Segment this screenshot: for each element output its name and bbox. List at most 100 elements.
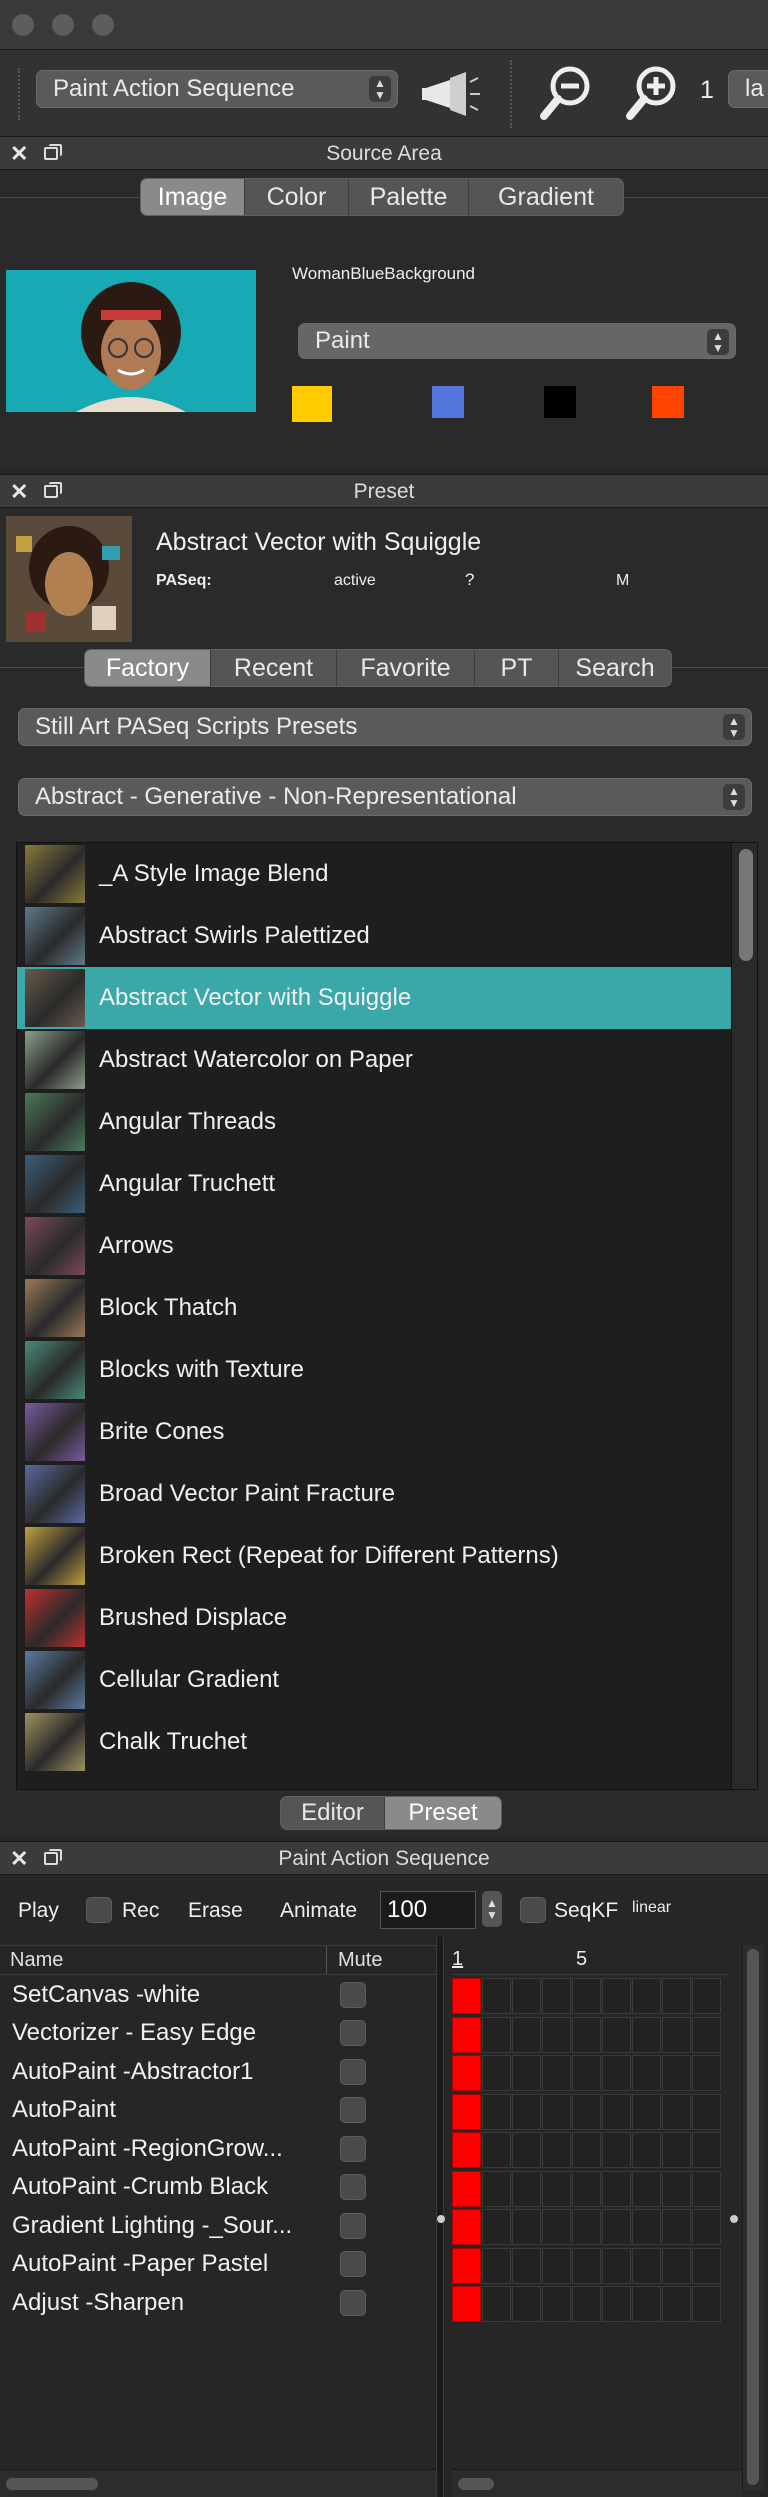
keyframe-cell[interactable] [662, 2209, 691, 2245]
keyframe-cell[interactable] [662, 2286, 691, 2322]
close-window-button[interactable] [12, 14, 34, 36]
keyframe-cell[interactable] [632, 2170, 661, 2207]
keyframe-cell[interactable] [602, 2093, 631, 2130]
keyframe-cell[interactable] [512, 2209, 541, 2245]
seqkf-checkbox[interactable] [520, 1897, 546, 1923]
keyframe-cell[interactable] [482, 2170, 511, 2207]
mute-checkbox[interactable] [340, 2290, 366, 2316]
name-column-header[interactable]: Name [10, 1949, 63, 1972]
splitter-handle-icon[interactable] [437, 2215, 445, 2223]
keyframe-cell[interactable] [602, 2055, 631, 2091]
keyframe-cell[interactable] [542, 2170, 571, 2207]
keyframe-cell[interactable] [482, 2286, 511, 2322]
action-item[interactable]: Vectorizer - Easy Edge [12, 2019, 256, 2047]
megaphone-icon[interactable] [420, 70, 482, 118]
tab-preset[interactable]: Preset [385, 1797, 501, 1829]
keyframe-cell[interactable] [662, 2093, 691, 2130]
list-scroll-track[interactable] [731, 843, 757, 1789]
keyframe-cell[interactable] [512, 2132, 541, 2168]
keyframe-cell[interactable] [572, 2286, 601, 2322]
splitter-handle-icon[interactable] [730, 2215, 738, 2223]
sequence-select[interactable]: Paint Action Sequence ▲ ▼ [36, 70, 398, 108]
tab-favorite[interactable]: Favorite [337, 650, 475, 686]
tab-color[interactable]: Color [245, 179, 349, 215]
timeline-hscroll-track[interactable] [452, 2469, 742, 2497]
keyframe-cell[interactable] [632, 2055, 661, 2091]
color-swatch[interactable] [432, 386, 464, 418]
keyframe-cell[interactable] [542, 1978, 571, 2014]
keyframe-cell[interactable] [632, 2093, 661, 2130]
action-item[interactable]: AutoPaint -RegionGrow... [12, 2135, 283, 2163]
list-item[interactable]: Angular Threads [17, 1091, 733, 1153]
keyframe-cell[interactable] [602, 2286, 631, 2322]
keyframe-cell[interactable] [512, 2093, 541, 2130]
mute-checkbox[interactable] [340, 2213, 366, 2239]
keyframe-cell[interactable] [692, 2132, 721, 2168]
mute-checkbox[interactable] [340, 2251, 366, 2277]
keyframe-cell[interactable] [512, 2247, 541, 2284]
zoom-window-button[interactable] [92, 14, 114, 36]
action-item[interactable]: Adjust -Sharpen [12, 2289, 184, 2317]
list-item[interactable]: Broad Vector Paint Fracture [17, 1463, 733, 1525]
source-mode-select[interactable]: Paint ▲ ▼ [298, 323, 736, 359]
action-item[interactable]: AutoPaint -Paper Pastel [12, 2250, 268, 2278]
tab-factory[interactable]: Factory [85, 650, 211, 686]
list-item[interactable]: Block Thatch [17, 1277, 733, 1339]
keyframe-cell[interactable] [572, 2016, 601, 2053]
keyframe-cell[interactable] [572, 2132, 601, 2168]
zoom-out-icon[interactable] [538, 64, 594, 124]
names-hscroll-thumb[interactable] [6, 2478, 98, 2490]
names-hscroll-track[interactable] [0, 2469, 436, 2497]
layer-select[interactable]: la [728, 70, 768, 108]
keyframe-cell[interactable] [602, 2170, 631, 2207]
list-item[interactable]: Broken Rect (Repeat for Different Patter… [17, 1525, 733, 1587]
list-item[interactable]: Abstract Swirls Palettized [17, 905, 733, 967]
source-image-thumbnail[interactable] [6, 270, 256, 412]
list-item[interactable]: Brushed Displace [17, 1587, 733, 1649]
mute-checkbox[interactable] [340, 2174, 366, 2200]
list-item[interactable]: Arrows [17, 1215, 733, 1277]
keyframe-cell[interactable] [542, 2247, 571, 2284]
keyframe-cell[interactable] [542, 2132, 571, 2168]
list-item-selected[interactable]: Abstract Vector with Squiggle [17, 967, 733, 1029]
action-item[interactable]: AutoPaint -Crumb Black [12, 2173, 268, 2201]
keyframe-cell-active[interactable] [452, 2286, 481, 2322]
keyframe-cell-active[interactable] [452, 2170, 481, 2207]
timeline-vscroll-thumb[interactable] [747, 1949, 759, 2485]
minimize-window-button[interactable] [52, 14, 74, 36]
keyframe-cell-active[interactable] [452, 2016, 481, 2053]
mute-column-header[interactable]: Mute [338, 1949, 382, 1972]
keyframe-cell[interactable] [692, 2055, 721, 2091]
keyframe-cell[interactable] [482, 2132, 511, 2168]
keyframe-cell[interactable] [482, 2016, 511, 2053]
category-select[interactable]: Still Art PASeq Scripts Presets ▲ ▼ [18, 708, 752, 746]
keyframe-cell[interactable] [542, 2016, 571, 2053]
timeline-vscroll-track[interactable] [742, 1945, 764, 2490]
list-item[interactable]: Brite Cones [17, 1401, 733, 1463]
list-item[interactable]: Angular Truchett [17, 1153, 733, 1215]
keyframe-cell[interactable] [602, 1978, 631, 2014]
preset-list[interactable]: _A Style Image Blend Abstract Swirls Pal… [16, 842, 758, 1790]
list-item[interactable]: Cellular Gradient [17, 1649, 733, 1711]
keyframe-cell[interactable] [542, 2055, 571, 2091]
tab-pt[interactable]: PT [475, 650, 559, 686]
keyframe-cell[interactable] [572, 2055, 601, 2091]
keyframe-cell[interactable] [662, 2016, 691, 2053]
keyframe-cell[interactable] [662, 2055, 691, 2091]
keyframe-cell[interactable] [572, 2093, 601, 2130]
keyframe-cell[interactable] [602, 2016, 631, 2053]
keyframe-cell[interactable] [482, 2055, 511, 2091]
keyframe-cell[interactable] [662, 2170, 691, 2207]
keyframe-cell[interactable] [512, 2286, 541, 2322]
keyframe-cell[interactable] [632, 2132, 661, 2168]
subcategory-select[interactable]: Abstract - Generative - Non-Representati… [18, 778, 752, 816]
keyframe-cell-active[interactable] [452, 2209, 481, 2245]
color-swatch[interactable] [544, 386, 576, 418]
keyframe-cell[interactable] [692, 2016, 721, 2053]
keyframe-cell-active[interactable] [452, 2093, 481, 2130]
color-swatch[interactable] [652, 386, 684, 418]
list-item[interactable]: _A Style Image Blend [17, 843, 733, 905]
tab-search[interactable]: Search [559, 650, 671, 686]
tab-editor[interactable]: Editor [281, 1797, 385, 1829]
keyframe-cell[interactable] [632, 2209, 661, 2245]
